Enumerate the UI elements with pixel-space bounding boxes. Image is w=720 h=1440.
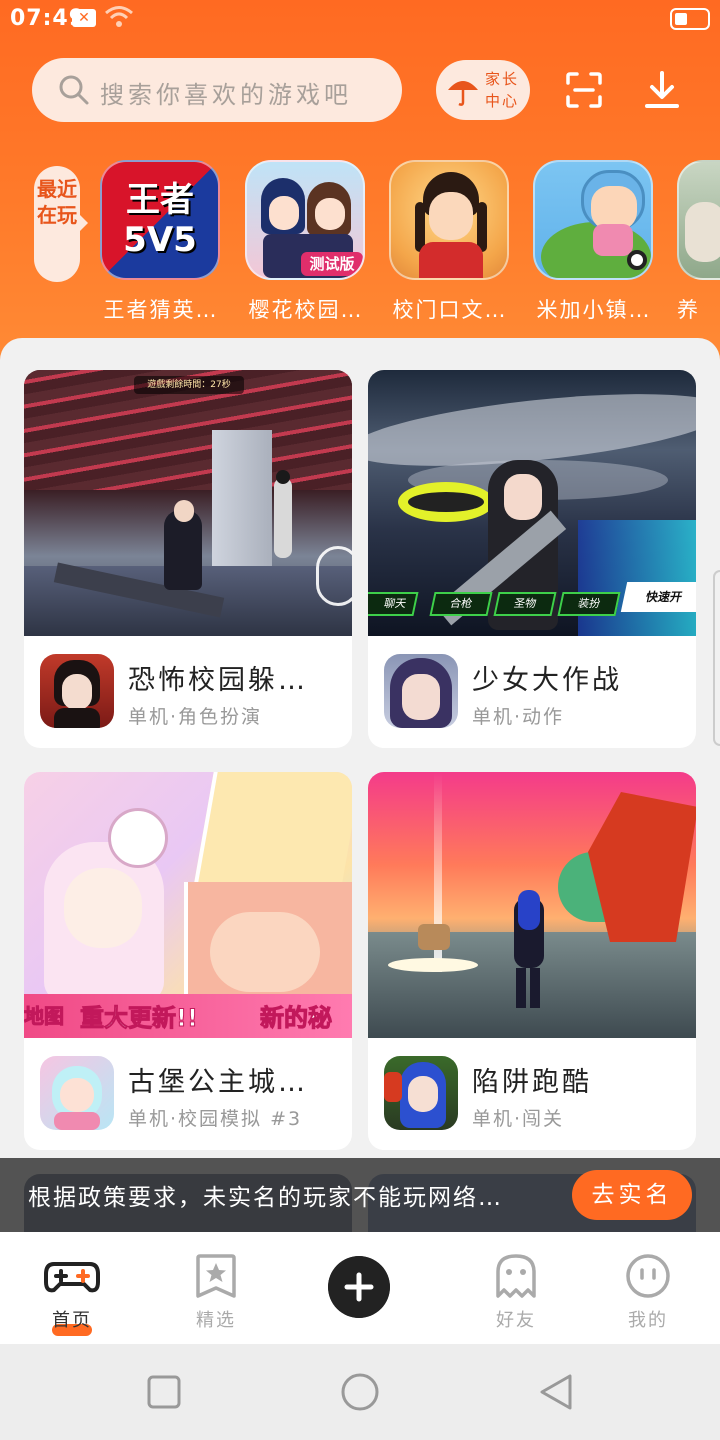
parent-center-button[interactable]: 家长 中心: [436, 60, 530, 120]
recent-game-name: 王者猜英…: [103, 298, 219, 322]
recently-played-tag: 最近在玩: [34, 166, 88, 282]
chat-button-fragment: 聊天: [368, 592, 419, 616]
game-title: 古堡公主城…: [128, 1067, 308, 1098]
tab-featured[interactable]: 精选: [166, 1252, 266, 1332]
gamepad-icon: [44, 1262, 100, 1293]
star-bookmark-icon: [196, 1254, 236, 1298]
parent-center-label: 家长 中心: [484, 70, 519, 110]
tab-label: 精选: [196, 1310, 236, 1331]
tab-friends[interactable]: 好友: [466, 1252, 566, 1332]
game-meta: 单机·角色扮演: [128, 706, 263, 728]
game-title: 恐怖校园躲…: [128, 665, 308, 696]
game-icon-text: 王者 5V5: [123, 180, 197, 260]
game-icon: 王者 5V5: [100, 160, 220, 280]
notice-text: 根据政策要求，未实名的玩家不能玩网络…: [28, 1185, 503, 1211]
game-meta: 单机·闯关: [472, 1108, 565, 1130]
game-title: 陷阱跑酷: [472, 1067, 592, 1098]
search-icon: [59, 75, 89, 105]
game-avatar: [40, 1056, 114, 1130]
game-screenshot: 地图 重大更新!! 新的秘: [24, 772, 352, 1038]
recent-game-2[interactable]: 测试版 樱花校园…: [245, 160, 367, 324]
recent-game-name: 米加小镇…: [536, 298, 652, 322]
tab-label: 我的: [628, 1310, 668, 1331]
game-icon: [677, 160, 720, 280]
game-avatar: [384, 1056, 458, 1130]
battery-icon: [670, 8, 710, 30]
game-screenshot: 遊戲剩餘時間：27秒: [24, 370, 352, 636]
tab-me[interactable]: 我的: [598, 1252, 698, 1332]
tab-label: 好友: [496, 1310, 536, 1331]
search-bar[interactable]: 搜索你喜欢的游戏吧: [32, 58, 402, 122]
system-navigation-bar: [0, 1344, 720, 1440]
game-icon: [533, 160, 653, 280]
banner-text-post: 新的秘: [260, 1004, 333, 1033]
recent-apps-icon[interactable]: [146, 1374, 182, 1410]
game-screenshot: [368, 772, 696, 1038]
recent-game-name: 樱花校园…: [248, 298, 364, 322]
verify-real-name-button[interactable]: 去实名: [572, 1170, 692, 1220]
game-icon: 测试版: [245, 160, 365, 280]
face-icon: [626, 1254, 670, 1298]
skill-button: 装扮: [557, 592, 621, 616]
game-avatar: [40, 654, 114, 728]
tab-home[interactable]: 首页: [22, 1252, 122, 1336]
umbrella-icon: [448, 81, 478, 106]
home-icon[interactable]: [340, 1372, 380, 1412]
recent-game-3[interactable]: 校门口文…: [389, 160, 511, 324]
skill-button: 合枪: [429, 592, 493, 616]
quick-start-button: 快速开: [620, 582, 696, 612]
recent-game-1[interactable]: 王者 5V5 王者猜英…: [100, 160, 222, 324]
recent-game-4[interactable]: 米加小镇…: [533, 160, 655, 324]
status-bar: 07:49 ✕: [0, 0, 720, 40]
game-card-2[interactable]: 合枪 圣物 装扮 快速开 聊天 少女大作战 单机·动作: [368, 370, 696, 748]
download-icon[interactable]: [640, 68, 684, 112]
game-avatar: [384, 654, 458, 728]
banner-text-pre: 地图: [24, 1004, 65, 1029]
recent-game-5[interactable]: 养: [677, 160, 720, 324]
search-placeholder: 搜索你喜欢的游戏吧: [100, 81, 352, 109]
game-screenshot: 合枪 圣物 装扮 快速开 聊天: [368, 370, 696, 636]
skill-button: 圣物: [493, 592, 557, 616]
recent-game-name: 校门口文…: [392, 298, 508, 322]
recent-game-name: 养: [677, 298, 700, 322]
game-title: 少女大作战: [472, 665, 622, 696]
plus-icon[interactable]: [328, 1256, 390, 1318]
game-card-1[interactable]: 遊戲剩餘時間：27秒 恐怖校园躲… 单机·角色扮演: [24, 370, 352, 748]
game-card-4[interactable]: 陷阱跑酷 单机·闯关: [368, 772, 696, 1150]
back-icon[interactable]: [536, 1372, 576, 1412]
banner-text: 重大更新!!: [80, 1004, 199, 1033]
notification-x-icon: ✕: [72, 9, 96, 27]
timer-text: 遊戲剩餘時間：27秒: [134, 376, 244, 394]
scroll-indicator: [713, 570, 720, 746]
real-name-notice: 根据政策要求，未实名的玩家不能玩网络… 去实名: [0, 1158, 720, 1232]
scan-icon[interactable]: [564, 70, 604, 110]
game-card-3[interactable]: 地图 重大更新!! 新的秘 古堡公主城… 单机·校园模拟 #3: [24, 772, 352, 1150]
wifi-icon: [105, 6, 133, 27]
test-version-label: 测试版: [301, 252, 363, 276]
tab-label: 首页: [52, 1310, 92, 1331]
ghost-icon: [496, 1254, 536, 1298]
game-meta: 单机·动作: [472, 706, 565, 728]
game-icon: [389, 160, 509, 280]
game-meta: 单机·校园模拟 #3: [128, 1108, 303, 1130]
